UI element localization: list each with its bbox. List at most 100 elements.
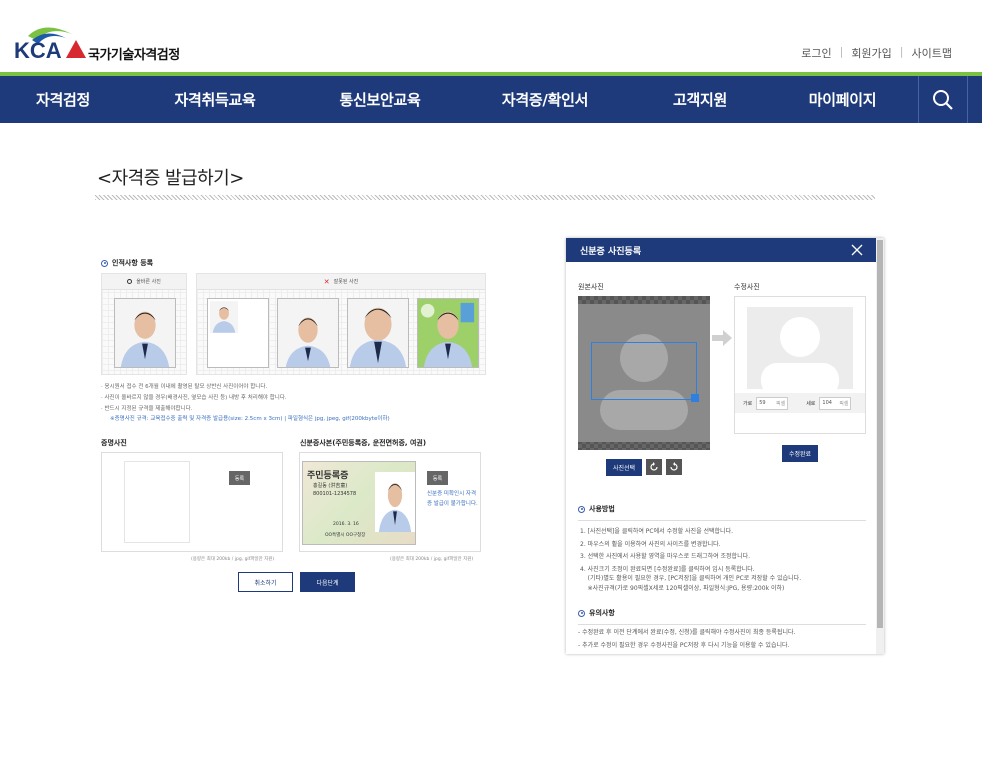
id-card-sample: 주민등록증 홍길동 (洪吉童) 800101-1234578 2016. 3. … [302,461,416,545]
crop-selection[interactable] [591,342,699,402]
width-value: 59 [759,400,766,406]
id-photo-slot [124,461,190,543]
rotate-right-icon [670,462,678,471]
bullet-icon [578,609,585,617]
person-icon [348,299,408,367]
caution-line-2: - 추가로 수정이 필요한 경우 수정사진을 PC저장 후 다시 기능을 이용할… [578,642,790,649]
id-card-title: 신분증사본(주민등록증, 운전면허증, 여권) [300,439,427,447]
person-icon [375,472,415,532]
site-header: KCA 국가기술자격검정 로그인 | 회원가입 | 사이트맵 [0,0,982,72]
person-icon [418,299,478,367]
bullet-icon [101,259,108,267]
person-placeholder-icon [747,307,853,389]
person-icon [278,299,338,367]
good-photo-head: 올바른 사진 [102,274,186,290]
section-personal-info: 인적사항 등록 [101,258,153,268]
crop-resize-handle[interactable] [691,394,699,402]
card-date: 2016. 3. 16 [333,522,359,527]
bad-photo-side [277,298,339,368]
card-title: 주민등록증 [307,471,349,481]
x-icon: ✕ [323,277,330,286]
title-divider [95,195,875,200]
page-title: <자격증 발급하기> [97,168,244,189]
usage-title: 사용방법 [589,505,615,513]
height-value: 104 [822,400,832,406]
width-input[interactable]: 59 픽셀 [756,396,789,410]
divider [578,624,866,625]
section-title: 인적사항 등록 [112,259,154,267]
modal-title: 신분증 사진등록 [580,246,642,257]
note-1: · 응시원서 접수 전 6개월 이내에 촬영된 탈모 상반신 사진이어야 합니다… [101,384,268,390]
photo-caption: (용량은 최대 200kb / jpg, gif파일만 지원) [191,557,275,562]
bad-photo-head: ✕ 잘못된 사진 [197,274,485,290]
cancel-button[interactable]: 취소하기 [238,572,293,592]
search-icon [933,89,953,110]
next-step-button[interactable]: 다음단계 [300,572,355,592]
caution-line-1: - 수정완료 후 이전 단계에서 완료(수정, 신청)를 클릭해야 수정사진이 … [578,629,796,636]
nav-item-qualification-exam[interactable]: 자격검정 [18,89,108,110]
bad-photo-label: 잘못된 사진 [333,279,359,285]
register-idcard-button[interactable]: 등록 [427,471,448,485]
edit-complete-button[interactable]: 수정완료 [782,445,818,462]
edited-photo-box: 가로 59 픽셀 세로 104 픽셀 [734,296,866,434]
photo-register-modal: 신분증 사진등록 원본사진 수정사진 가로 59 픽셀 세로 104 픽셀 사진… [566,238,884,654]
id-photo-title: 증명사진 [101,439,127,447]
caution-section-title: 유의사항 [578,608,615,618]
id-card-upload-box: 주민등록증 홍길동 (洪吉童) 800101-1234578 2016. 3. … [299,452,481,552]
edited-photo-label: 수정사진 [734,283,760,291]
good-photo-box: 올바른 사진 [101,273,187,375]
modal-scrollbar[interactable] [876,238,884,654]
login-link[interactable]: 로그인 [801,45,831,61]
svg-text:KCA: KCA [14,38,62,62]
rotate-right-button[interactable] [666,459,682,475]
nav-item-security-education[interactable]: 통신보안교육 [325,89,435,110]
person-icon [210,301,238,333]
original-photo-label: 원본사진 [578,283,604,291]
height-label: 세로 [806,400,816,407]
nav-item-customer-support[interactable]: 고객지원 [655,89,745,110]
bullet-icon [578,505,585,513]
nav-item-mypage[interactable]: 마이페이지 [795,89,890,110]
kca-logo-mark: KCA [14,27,86,63]
card-name: 홍길동 (洪吉童) [313,483,348,489]
height-unit: 픽셀 [839,400,849,407]
idcard-caption: (용량은 최대 200kb / jpg, gif파일만 지원) [390,557,474,562]
good-photo-label: 올바른 사진 [136,279,161,285]
signup-link[interactable]: 회원가입 [851,45,891,61]
rotate-left-button[interactable] [646,459,662,475]
select-photo-button[interactable]: 사진선택 [606,459,642,476]
card-number: 800101-1234578 [313,491,357,497]
close-icon[interactable] [850,243,864,257]
divider: | [899,45,904,58]
original-photo-canvas[interactable] [578,296,710,450]
good-photo-sample [114,298,176,368]
id-photo-upload-box: 등록 [101,452,283,552]
circle-icon [127,279,133,284]
register-photo-button[interactable]: 등록 [229,471,250,485]
usage-line-6: ※사진규격(가로 90픽셀X세로 120픽셀이상, 파일형식:JPG, 용량:2… [580,585,785,592]
nav-item-qualification-education[interactable]: 자격취득교육 [160,89,270,110]
usage-line-2: 2. 마우스의 휠을 이용하여 사진의 사이즈를 변경합니다. [580,540,721,548]
person-icon [115,299,175,367]
usage-line-1: 1. [사진선택]을 클릭하여 PC에서 수정할 사진을 선택합니다. [580,528,734,535]
height-input[interactable]: 104 픽셀 [819,396,852,410]
caution-title: 유의사항 [589,609,615,617]
divider [578,520,866,521]
org-name: 국가기술자격검정 [88,48,180,63]
utility-links: 로그인 | 회원가입 | 사이트맵 [801,45,952,61]
arrow-right-icon [712,330,732,346]
bad-photo-background [417,298,479,368]
search-button[interactable] [918,76,968,123]
scrollbar-thumb[interactable] [877,240,883,628]
bad-photo-small [207,298,269,368]
divider: | [839,45,844,58]
width-label: 가로 [743,400,753,407]
bad-photo-close [347,298,409,368]
bad-photo-box: ✕ 잘못된 사진 [196,273,486,375]
rotate-left-icon [650,462,658,471]
sitemap-link[interactable]: 사이트맵 [912,45,952,61]
nav-item-certificates[interactable]: 자격증/확인서 [490,89,600,110]
spec-note: ※증명사진 규격: 교육접수중 출력 및 자격증 발급용(size: 2.5cm… [110,416,390,422]
width-unit: 픽셀 [776,400,786,407]
size-options: 가로 59 픽셀 세로 104 픽셀 [735,393,865,413]
